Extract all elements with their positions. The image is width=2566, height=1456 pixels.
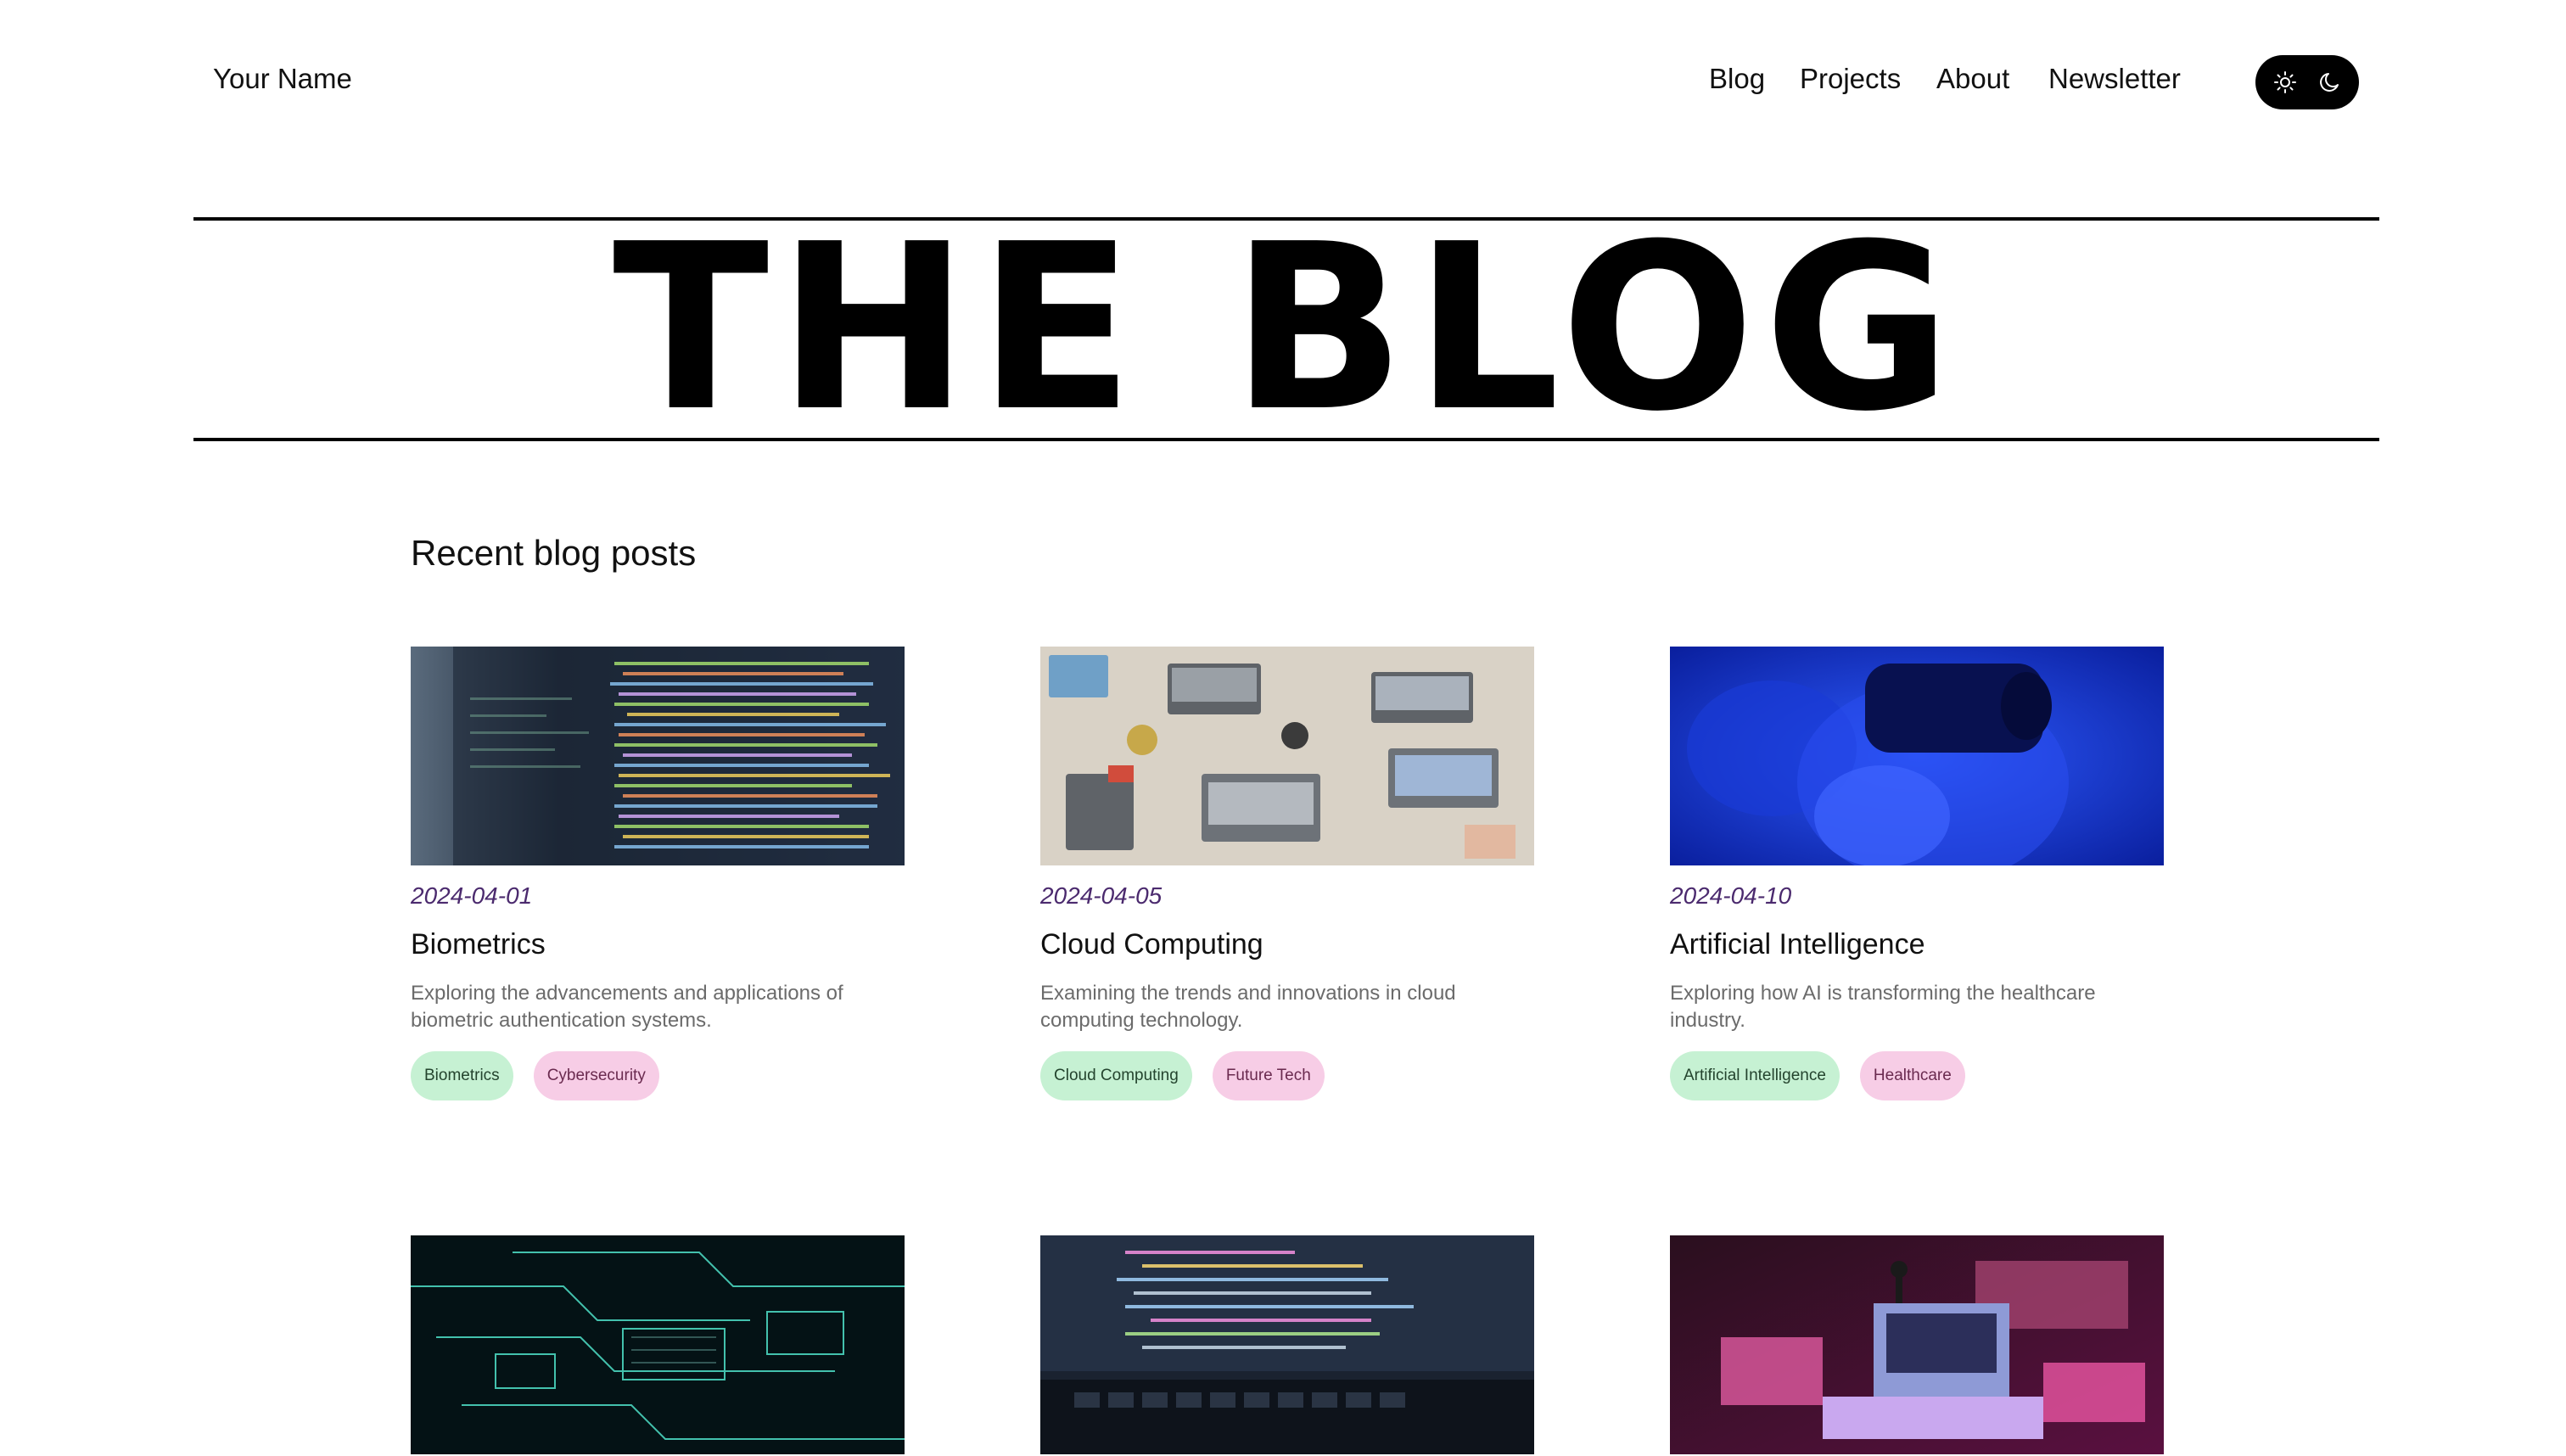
post-description: Examining the trends and innovations in …	[1040, 982, 1456, 1032]
tag[interactable]: Biometrics	[411, 1051, 513, 1100]
post-image-team-laptops-table[interactable]	[1040, 647, 1534, 865]
post-description: Exploring the advancements and applicati…	[411, 982, 843, 1032]
post-card[interactable]	[1670, 1235, 2164, 1454]
nav-about[interactable]: About	[1936, 63, 2009, 95]
tag[interactable]: Cybersecurity	[533, 1051, 659, 1100]
post-date: 2024-04-10	[1670, 882, 1792, 909]
tag[interactable]: Cloud Computing	[1040, 1051, 1192, 1100]
post-date: 2024-04-05	[1040, 882, 1163, 909]
post-date: 2024-04-01	[411, 882, 533, 909]
post-card[interactable]: 2024-04-01 Biometrics Exploring the adva…	[411, 647, 905, 1100]
nav-newsletter[interactable]: Newsletter	[2048, 63, 2181, 95]
post-card[interactable]: 2024-04-10 Artificial Intelligence Explo…	[1670, 647, 2164, 1100]
post-title[interactable]: Cloud Computing	[1040, 928, 1534, 961]
theme-toggle[interactable]	[2255, 55, 2359, 109]
post-card[interactable]: 2024-04-05 Cloud Computing Examining the…	[1040, 647, 1534, 1100]
tag[interactable]: Future Tech	[1212, 1051, 1325, 1100]
post-card[interactable]	[1040, 1235, 1534, 1454]
post-image-retro-computers-neon[interactable]	[1670, 1235, 2164, 1454]
site-brand[interactable]: Your Name	[213, 63, 352, 95]
section-title: Recent blog posts	[411, 533, 697, 573]
post-image-vr-headset-blue[interactable]	[1670, 647, 2164, 865]
post-card[interactable]	[411, 1235, 905, 1454]
post-title[interactable]: Biometrics	[411, 928, 905, 961]
hero-title: THE BLOG	[613, 194, 1960, 462]
post-description: Exploring how AI is transforming the hea…	[1670, 982, 2096, 1032]
tag[interactable]: Artificial Intelligence	[1670, 1051, 1840, 1100]
post-image-code-screen[interactable]	[411, 647, 905, 865]
tag[interactable]: Healthcare	[1859, 1051, 1965, 1100]
moon-icon[interactable]	[2313, 65, 2347, 99]
post-image-circuit-board-glow[interactable]	[411, 1235, 905, 1454]
nav-projects[interactable]: Projects	[1800, 63, 1901, 95]
post-tags: Artificial Intelligence Healthcare	[1670, 1051, 2164, 1100]
post-image-laptop-code-dark[interactable]	[1040, 1235, 1534, 1454]
sun-icon[interactable]	[2268, 65, 2302, 99]
post-title[interactable]: Artificial Intelligence	[1670, 928, 2164, 961]
hero-bottom-rule	[193, 438, 2379, 441]
nav-blog[interactable]: Blog	[1709, 63, 1765, 95]
post-tags: Cloud Computing Future Tech	[1040, 1051, 1534, 1100]
post-tags: Biometrics Cybersecurity	[411, 1051, 905, 1100]
